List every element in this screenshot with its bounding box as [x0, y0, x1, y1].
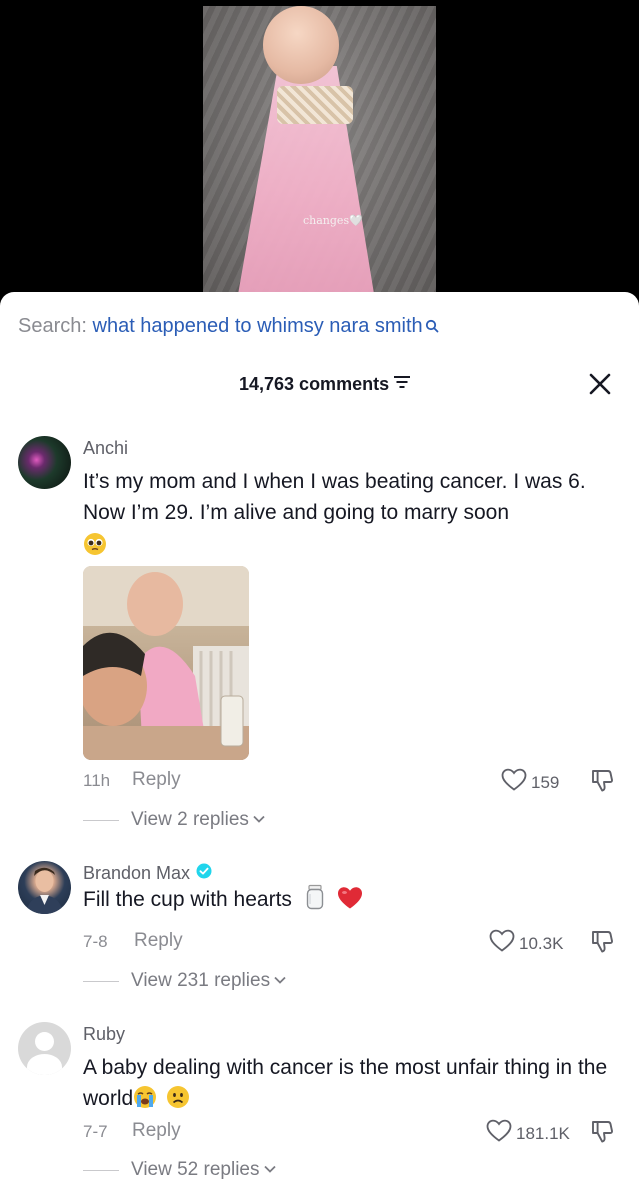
view-replies-button[interactable]: View 52 replies: [83, 1159, 277, 1181]
comment-meta: 7-8 Reply 10.3K: [0, 929, 639, 955]
video-player[interactable]: changes🤍: [0, 0, 639, 300]
comment-count[interactable]: 14,763 comments: [239, 374, 411, 395]
chevron-down-icon[interactable]: [252, 811, 266, 829]
view-replies-divider: [83, 819, 119, 821]
comment-photo[interactable]: [83, 566, 249, 760]
dislike-icon[interactable]: [589, 1119, 615, 1150]
comment-item: Ruby A baby dealing with cancer is the m…: [0, 1022, 639, 1197]
comment-username[interactable]: Ruby: [83, 1024, 125, 1045]
reply-button[interactable]: Reply: [132, 769, 181, 791]
comment-time: 11h: [83, 771, 111, 790]
heart-icon[interactable]: [501, 768, 527, 797]
video-child-collar: [277, 86, 353, 124]
username-label[interactable]: Brandon Max: [83, 863, 190, 884]
close-icon[interactable]: [588, 372, 612, 401]
avatar[interactable]: [18, 861, 71, 914]
video-watermark: changes🤍: [303, 214, 363, 227]
comment-text-body: A baby dealing with cancer is the most u…: [83, 1056, 608, 1110]
view-replies-label[interactable]: View 231 replies: [131, 970, 270, 992]
chevron-down-icon[interactable]: [263, 1161, 277, 1179]
comments-sheet: Search: what happened to whimsy nara smi…: [0, 292, 639, 1200]
video-child-head: [263, 6, 339, 84]
red-heart-emoji: [337, 886, 362, 910]
comment-username[interactable]: Anchi: [83, 438, 128, 459]
search-prefix: Search:: [18, 315, 87, 337]
comment-text-body: It’s my mom and I when I was beating can…: [83, 470, 586, 524]
pleading-face-emoji: [83, 532, 107, 556]
view-replies-divider: [83, 980, 119, 982]
heart-icon[interactable]: [486, 1119, 512, 1148]
like-count: 10.3K: [519, 933, 564, 953]
heart-icon[interactable]: [489, 929, 515, 958]
avatar[interactable]: [18, 1022, 71, 1075]
search-icon[interactable]: [425, 316, 439, 339]
view-replies-label[interactable]: View 52 replies: [131, 1159, 260, 1181]
comment-text: A baby dealing with cancer is the most u…: [83, 1052, 628, 1114]
sort-filter-icon[interactable]: [393, 374, 411, 395]
comment-text: It’s my mom and I when I was beating can…: [83, 466, 628, 561]
like-button[interactable]: 10.3K: [489, 929, 563, 958]
related-search[interactable]: Search: what happened to whimsy nara smi…: [18, 315, 439, 339]
reply-button[interactable]: Reply: [134, 930, 183, 952]
default-avatar-icon: [35, 1032, 54, 1051]
comment-meta: 7-7 Reply 181.1K: [0, 1119, 639, 1145]
comment-time: 7-7: [83, 1122, 108, 1141]
username-label[interactable]: Ruby: [83, 1024, 125, 1045]
dislike-icon[interactable]: [589, 929, 615, 960]
video-frame[interactable]: changes🤍: [203, 6, 436, 300]
comment-text-body: Fill the cup with hearts: [83, 888, 292, 911]
view-replies-button[interactable]: View 2 replies: [83, 809, 266, 831]
comment-text: Fill the cup with hearts: [83, 884, 628, 915]
view-replies-label[interactable]: View 2 replies: [131, 809, 249, 831]
search-term-link[interactable]: what happened to whimsy nara smith: [93, 315, 423, 337]
jar-emoji: [303, 884, 327, 910]
verified-badge-icon: [196, 863, 212, 884]
comment-count-label: 14,763 comments: [239, 374, 390, 394]
reply-button[interactable]: Reply: [132, 1120, 181, 1142]
comment-item: Anchi It’s my mom and I when I was beati…: [0, 436, 639, 836]
comment-item: Brandon Max Fill the cup with hearts 7-8…: [0, 861, 639, 1001]
view-replies-button[interactable]: View 231 replies: [83, 970, 287, 992]
comment-username[interactable]: Brandon Max: [83, 863, 212, 884]
frowning-face-emoji: [166, 1085, 190, 1109]
avatar[interactable]: [18, 436, 71, 489]
dislike-icon[interactable]: [589, 768, 615, 799]
like-button[interactable]: 181.1K: [486, 1119, 570, 1148]
comment-time: 7-8: [83, 932, 108, 951]
like-button[interactable]: 159: [501, 768, 559, 797]
chevron-down-icon[interactable]: [273, 972, 287, 990]
default-avatar-body: [27, 1054, 62, 1075]
loudly-crying-face-emoji: [133, 1085, 157, 1109]
like-count: 181.1K: [516, 1123, 570, 1143]
username-label[interactable]: Anchi: [83, 438, 128, 459]
comments-header: 14,763 comments: [0, 370, 639, 400]
like-count: 159: [531, 772, 560, 792]
comment-meta: 11h Reply 159: [0, 768, 639, 794]
view-replies-divider: [83, 1169, 119, 1171]
